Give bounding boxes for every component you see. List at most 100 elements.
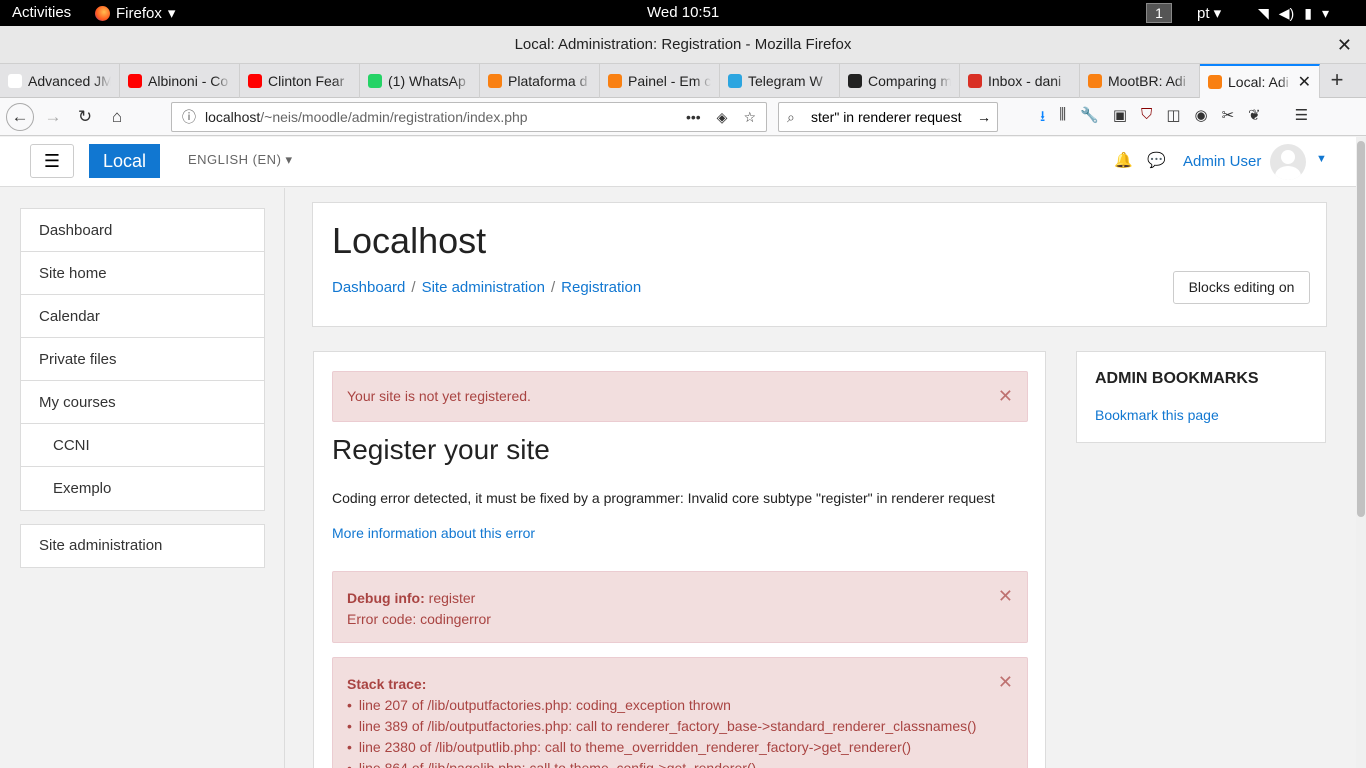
url-text: localhost/~neis/moodle/admin/registratio… (205, 103, 528, 131)
tab-favicon-icon (128, 74, 142, 88)
bookmark-this-page-link[interactable]: Bookmark this page (1095, 407, 1219, 423)
home-button[interactable]: ⌂ (104, 104, 130, 130)
tab[interactable]: Advanced JMet (0, 64, 120, 98)
nav-item-course-exemplo[interactable]: Exemplo (21, 467, 264, 510)
tab[interactable]: Plataforma d (480, 64, 600, 98)
search-box[interactable]: ⌕ ster" in renderer request → (778, 102, 998, 132)
close-icon[interactable]: ✕ (998, 386, 1013, 407)
user-menu-caret-icon[interactable]: ▼ (1316, 153, 1327, 165)
library-icon[interactable]: ⫼ (1059, 106, 1066, 131)
tab[interactable]: Telegram W (720, 64, 840, 98)
section-heading: Register your site (332, 434, 550, 465)
url-host: localhost (205, 109, 261, 125)
downloads-icon[interactable]: ⭳ (1040, 106, 1045, 131)
tab-label: MootBR: Adi (1108, 73, 1186, 89)
not-registered-alert: Your site is not yet registered. ✕ (332, 371, 1028, 422)
pocket-icon[interactable]: ◈ (717, 103, 728, 131)
tab[interactable]: Inbox - dani (960, 64, 1080, 98)
window-titlebar: Local: Administration: Registration - Mo… (0, 26, 1366, 64)
back-button[interactable]: ← (6, 103, 34, 131)
search-go-icon[interactable]: → (977, 103, 991, 131)
input-language[interactable]: pt ▾ (1197, 4, 1221, 22)
blocks-editing-button[interactable]: Blocks editing on (1173, 271, 1310, 304)
page-actions-icon[interactable]: ••• (686, 103, 701, 131)
tab[interactable]: Albinoni - Co (120, 64, 240, 98)
more-info-link[interactable]: More information about this error (332, 525, 535, 541)
nav-item-site-administration[interactable]: Site administration (21, 525, 264, 567)
gnome-extension-icon[interactable]: ❦ (1248, 106, 1261, 131)
volume-icon: ◀) (1278, 5, 1295, 21)
workspace-indicator[interactable]: 1 (1146, 3, 1172, 23)
page-scrollbar[interactable] (1356, 137, 1366, 768)
nav-item-course-ccni[interactable]: CCNI (21, 424, 264, 467)
tab-label: Clinton Fear (268, 73, 345, 89)
notifications-bell-icon[interactable]: 🔔 (1114, 151, 1133, 169)
clock[interactable]: Wed 10:51 (647, 4, 719, 21)
site-brand[interactable]: Local (89, 144, 160, 178)
avatar[interactable] (1270, 144, 1306, 180)
tab-favicon-icon (488, 74, 502, 88)
tab-label: Plataforma d (508, 73, 588, 89)
tab[interactable]: Local: Adi ✕ (1200, 64, 1320, 98)
system-tray[interactable]: ◥ ◀) ▮ ▾ (1258, 5, 1329, 22)
breadcrumb-registration[interactable]: Registration (561, 279, 641, 296)
tab-label: Local: Adi (1228, 74, 1289, 90)
debug-info-alert: Debug info: register Error code: codinge… (332, 571, 1028, 643)
tab-favicon-icon (728, 74, 742, 88)
close-window-icon[interactable]: ✕ (1337, 26, 1352, 64)
close-icon[interactable]: ✕ (998, 672, 1013, 693)
tab[interactable]: Clinton Fear (240, 64, 360, 98)
close-icon[interactable]: ✕ (998, 586, 1013, 607)
hamburger-menu-icon[interactable]: ☰ (1295, 106, 1308, 131)
messages-icon[interactable]: 💬 (1147, 151, 1166, 169)
activities-button[interactable]: Activities (12, 4, 71, 21)
tab-strip: Advanced JMet Albinoni - Co Clinton Fear (1… (0, 64, 1366, 98)
nav-list: Dashboard Site home Calendar Private fil… (20, 208, 265, 511)
forward-button[interactable]: → (40, 104, 66, 130)
bookmark-star-icon[interactable]: ☆ (743, 103, 756, 131)
scrollbar-thumb[interactable] (1357, 141, 1365, 517)
wrench-icon[interactable]: 🔧 (1080, 106, 1099, 131)
drawer-toggle-button[interactable]: ☰ (30, 144, 74, 178)
reload-button[interactable]: ↻ (72, 104, 98, 130)
app-menu[interactable]: Firefox ▾ (95, 4, 175, 22)
block-title: ADMIN BOOKMARKS (1095, 370, 1259, 387)
nav-item-my-courses[interactable]: My courses (21, 381, 264, 424)
extension-badge-icon[interactable]: ✂ (1222, 106, 1235, 131)
new-tab-button[interactable]: + (1320, 64, 1354, 98)
breadcrumb-dashboard[interactable]: Dashboard (332, 279, 405, 296)
nav-item-calendar[interactable]: Calendar (21, 295, 264, 338)
nav-item-site-home[interactable]: Site home (21, 252, 264, 295)
tab[interactable]: (1) WhatsAp (360, 64, 480, 98)
sidebar-icon[interactable]: ◫ (1166, 106, 1180, 131)
close-tab-icon[interactable]: ✕ (1298, 72, 1311, 92)
tab-favicon-icon (1088, 74, 1102, 88)
stack-trace-alert: Stack trace: line 207 of /lib/outputfact… (332, 657, 1028, 768)
url-bar[interactable]: ⓘ localhost/~neis/moodle/admin/registrat… (171, 102, 767, 132)
tab[interactable]: Comparing m (840, 64, 960, 98)
url-path: /~neis/moodle/admin/registration/index.p… (260, 109, 528, 125)
nav-item-private-files[interactable]: Private files (21, 338, 264, 381)
window-title: Local: Administration: Registration - Mo… (514, 36, 852, 53)
tab-label: Comparing m (868, 73, 951, 89)
page-header: Localhost Dashboard / Site administration /… (312, 202, 1327, 327)
user-name[interactable]: Admin User (1183, 153, 1261, 170)
ublock-icon[interactable]: ⛉ (1141, 106, 1152, 131)
web-page: ☰ Local ENGLISH (EN) ▾ 🔔 💬 Admin User ▼ … (0, 137, 1356, 768)
extension-s-icon[interactable]: ▣ (1113, 106, 1127, 131)
error-message: Coding error detected, it must be fixed … (332, 490, 995, 506)
breadcrumb-site-administration[interactable]: Site administration (422, 279, 545, 296)
error-code: Error code: codingerror (347, 611, 491, 627)
tab[interactable]: MootBR: Adi (1080, 64, 1200, 98)
tab-favicon-icon (968, 74, 982, 88)
eye-icon[interactable]: ◉ (1195, 106, 1208, 131)
nav-item-dashboard[interactable]: Dashboard (21, 209, 264, 252)
tab-label: Painel - Em c (628, 73, 711, 89)
breadcrumb-separator: / (411, 279, 416, 296)
site-info-icon[interactable]: ⓘ (182, 103, 196, 131)
input-language-label: pt (1197, 5, 1210, 22)
tab-favicon-icon (848, 74, 862, 88)
search-input[interactable]: ster" in renderer request (811, 103, 971, 131)
tab[interactable]: Painel - Em c (600, 64, 720, 98)
language-menu[interactable]: ENGLISH (EN) ▾ (188, 152, 293, 168)
